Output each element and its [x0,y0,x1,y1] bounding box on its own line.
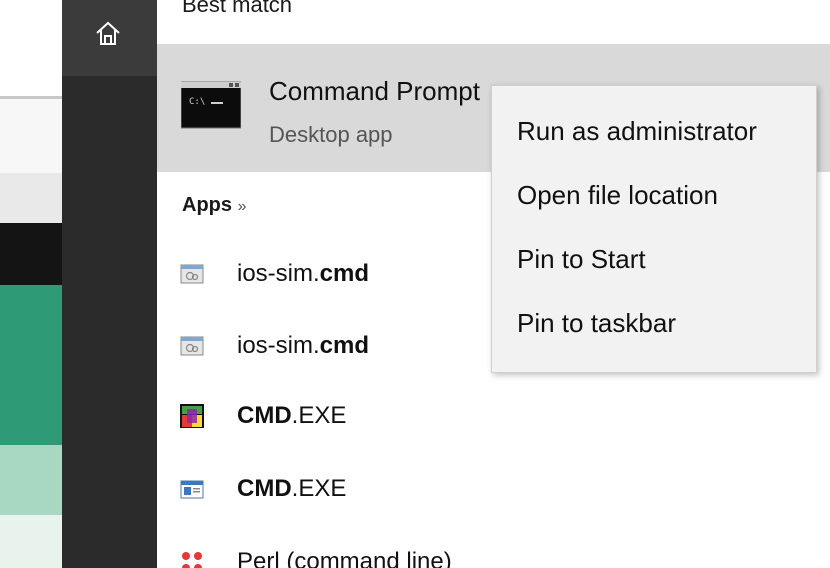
list-item-perl[interactable]: Perl (command line) [157,536,830,568]
best-match-name: Command Prompt [269,76,480,106]
command-prompt-icon: C:\ [181,81,241,129]
menu-item-label: Open file location [517,180,718,210]
best-match-heading: Best match [182,0,293,17]
list-item-label: CMD.EXE [237,402,347,429]
desktop-light-green-area [0,445,62,515]
apps-heading-label: Apps [182,194,232,216]
start-menu-rail [62,0,157,568]
list-item-label: CMD.EXE [237,475,347,502]
list-item-cmd-exe-2[interactable]: CMD.EXE [157,463,830,515]
apps-heading[interactable]: Apps » [182,194,246,217]
home-icon [96,21,120,45]
script-file-icon [180,336,204,356]
home-button[interactable] [62,0,157,76]
desktop-window-body [0,99,62,173]
list-item-label: ios-sim.cmd [237,260,370,287]
desktop-dark-bar [0,223,62,285]
menu-item-run-as-administrator[interactable]: Run as administrator [492,102,816,162]
window-app-icon [180,480,204,499]
desktop-bottom-area [0,515,62,568]
colorful-exe-icon [180,404,204,428]
menu-item-open-file-location[interactable]: Open file location [492,166,816,226]
list-item-label: ios-sim.cmd [237,332,370,359]
desktop-window-top [0,0,62,96]
desktop-toolbar [0,173,62,223]
svg-text:C:\: C:\ [189,97,205,107]
context-menu: Run as administrator Open file location … [491,85,817,373]
list-item-cmd-exe-1[interactable]: CMD.EXE [157,390,830,442]
desktop-background [0,0,62,568]
perl-dots-icon [182,552,202,568]
best-match-subtitle: Desktop app [269,122,393,147]
desktop-green-area [0,285,62,445]
list-item-label: Perl (command line) [237,548,452,568]
script-file-icon [180,264,204,284]
chevron-right-icon: » [237,198,247,215]
menu-item-label: Pin to taskbar [517,308,676,338]
menu-item-pin-to-taskbar[interactable]: Pin to taskbar [492,294,816,354]
menu-item-label: Pin to Start [517,244,646,274]
menu-item-label: Run as administrator [517,116,757,146]
menu-item-pin-to-start[interactable]: Pin to Start [492,230,816,290]
